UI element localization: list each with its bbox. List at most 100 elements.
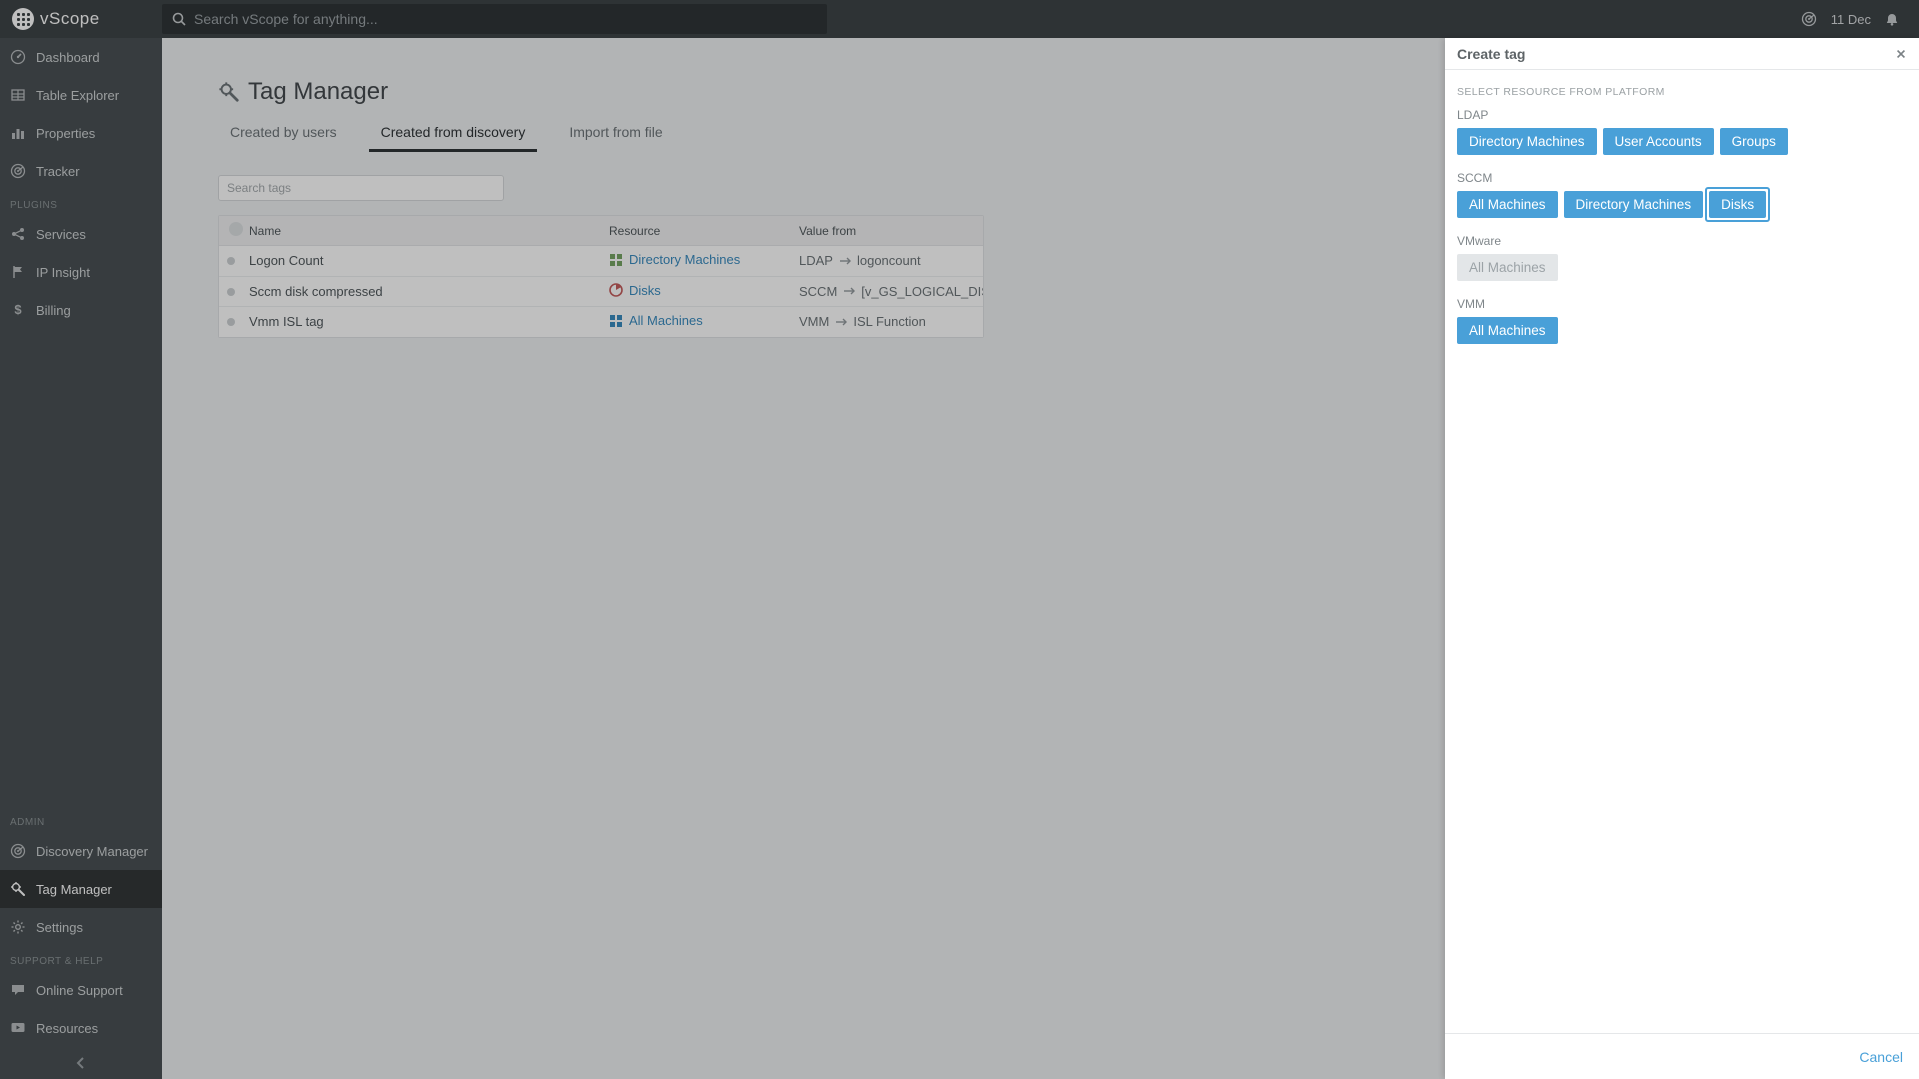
platform-label: VMM <box>1457 297 1907 311</box>
value-from: VMM ISL Function <box>799 314 926 329</box>
dollar-icon <box>10 302 26 318</box>
topbar: vScope 11 Dec <box>0 0 1919 38</box>
sidebar-item-label: Billing <box>36 303 71 318</box>
search-tags-input[interactable] <box>218 175 504 201</box>
sidebar-item-table-explorer[interactable]: Table Explorer <box>0 76 162 114</box>
sidebar-item-services[interactable]: Services <box>0 215 162 253</box>
chevron-left-icon <box>73 1055 89 1071</box>
value-from: LDAPlogoncount <box>799 253 921 268</box>
brand[interactable]: vScope <box>0 8 162 30</box>
sidebar-item-label: Services <box>36 227 86 242</box>
resource-label: Directory Machines <box>629 252 740 267</box>
sidebar-item-discovery-manager[interactable]: Discovery Manager <box>0 832 162 870</box>
cell-name: Logon Count <box>249 247 609 274</box>
platform-label: VMware <box>1457 234 1907 248</box>
sidebar-item-label: Properties <box>36 126 95 141</box>
panel-title: Create tag <box>1457 46 1525 62</box>
row-status-dot <box>227 318 235 326</box>
resource-link[interactable]: All Machines <box>609 313 703 328</box>
sidebar-item-label: Resources <box>36 1021 98 1036</box>
resource-chip-directory-machines[interactable]: Directory Machines <box>1564 191 1704 218</box>
dashboard-icon <box>10 49 26 65</box>
header-date: 11 Dec <box>1831 12 1871 27</box>
resource-link[interactable]: Disks <box>609 283 661 298</box>
sidebar-item-tracker[interactable]: Tracker <box>0 152 162 190</box>
sidebar-item-label: Tracker <box>36 164 80 179</box>
global-search-input[interactable] <box>194 11 817 27</box>
table-icon <box>10 87 26 103</box>
sidebar-item-settings[interactable]: Settings <box>0 908 162 946</box>
tags-table: Name Resource Value from Logon Count Dire… <box>218 215 984 338</box>
resource-chip-directory-machines[interactable]: Directory Machines <box>1457 128 1597 155</box>
resource-chip-all-machines: All Machines <box>1457 254 1558 281</box>
gearwrench-icon <box>10 881 26 897</box>
value-from-target: ISL Function <box>853 314 926 329</box>
sidebar-item-label: Table Explorer <box>36 88 119 103</box>
sidebar-item-label: Settings <box>36 920 83 935</box>
radar-icon <box>10 843 26 859</box>
platform-group-vmware: VMware All Machines <box>1457 234 1907 281</box>
platform-label: SCCM <box>1457 171 1907 185</box>
bell-icon[interactable] <box>1885 12 1899 26</box>
gearwrench-icon <box>218 81 240 103</box>
play-icon <box>10 1020 26 1036</box>
flag-icon <box>10 264 26 280</box>
grid-blue-icon <box>609 314 623 328</box>
sidebar-item-label: Tag Manager <box>36 882 112 897</box>
sidebar-item-label: Online Support <box>36 983 123 998</box>
sidebar-item-ip-insight[interactable]: IP Insight <box>0 253 162 291</box>
radar-icon <box>10 163 26 179</box>
resource-chip-disks[interactable]: Disks <box>1709 191 1766 218</box>
sidebar-item-properties[interactable]: Properties <box>0 114 162 152</box>
select-all-toggle[interactable] <box>229 222 243 236</box>
page-title-text: Tag Manager <box>248 78 388 106</box>
resource-link[interactable]: Directory Machines <box>609 252 740 267</box>
sidebar: Dashboard Table Explorer Properties Tracker… <box>0 38 162 1079</box>
gear-icon <box>10 919 26 935</box>
sidebar-item-resources[interactable]: Resources <box>0 1009 162 1047</box>
table-row[interactable]: Vmm ISL tagAll MachinesVMMISL Function <box>219 307 983 337</box>
share-icon <box>10 226 26 242</box>
table-header: Name Resource Value from <box>219 216 983 246</box>
global-search[interactable] <box>162 4 827 34</box>
table-row[interactable]: Sccm disk compressedDisksSCCM[v_GS_LOGIC… <box>219 277 983 308</box>
resource-chip-all-machines[interactable]: All Machines <box>1457 191 1558 218</box>
resource-chip-all-machines[interactable]: All Machines <box>1457 317 1558 344</box>
sidebar-heading-plugins: PLUGINS <box>0 190 162 215</box>
value-from-target: [v_GS_LOGICAL_DISK <box>861 284 983 299</box>
panel-subtitle: SELECT RESOURCE FROM PLATFORM <box>1457 86 1907 98</box>
sidebar-item-online-support[interactable]: Online Support <box>0 971 162 1009</box>
brand-text: vScope <box>40 9 100 29</box>
resource-chip-user-accounts[interactable]: User Accounts <box>1603 128 1714 155</box>
platform-group-sccm: SCCM All MachinesDirectory MachinesDisks <box>1457 171 1907 218</box>
sidebar-item-tag-manager[interactable]: Tag Manager <box>0 870 162 908</box>
tab-created-by-users[interactable]: Created by users <box>218 114 349 152</box>
resource-chip-groups[interactable]: Groups <box>1720 128 1788 155</box>
tab-created-from-discovery[interactable]: Created from discovery <box>369 114 538 152</box>
sidebar-heading-support: SUPPORT & HELP <box>0 946 162 971</box>
value-from-target: logoncount <box>857 253 921 268</box>
sidebar-heading-admin: ADMIN <box>0 807 162 832</box>
tracker-icon[interactable] <box>1801 11 1817 27</box>
resource-label: Disks <box>629 283 661 298</box>
sidebar-collapse-button[interactable] <box>0 1047 162 1079</box>
col-value-from[interactable]: Value from <box>799 218 983 244</box>
sidebar-item-billing[interactable]: Billing <box>0 291 162 329</box>
cancel-button[interactable]: Cancel <box>1859 1049 1903 1065</box>
platform-group-ldap: LDAPDirectory MachinesUser AccountsGroup… <box>1457 108 1907 155</box>
panel-close-button[interactable] <box>1895 48 1907 60</box>
comment-icon <box>10 982 26 998</box>
tab-import-from-file[interactable]: Import from file <box>557 114 674 152</box>
sidebar-item-label: IP Insight <box>36 265 90 280</box>
search-icon <box>172 12 186 26</box>
col-resource[interactable]: Resource <box>609 218 799 244</box>
sidebar-item-dashboard[interactable]: Dashboard <box>0 38 162 76</box>
cell-name: Sccm disk compressed <box>249 278 609 305</box>
value-from-platform: VMM <box>799 314 829 329</box>
col-name[interactable]: Name <box>249 218 609 244</box>
sidebar-item-label: Dashboard <box>36 50 100 65</box>
grid-green-icon <box>609 253 623 267</box>
row-status-dot <box>227 288 235 296</box>
table-row[interactable]: Logon Count Directory Machines LDAPlogonco… <box>219 246 983 277</box>
disk-red-icon <box>609 283 623 297</box>
